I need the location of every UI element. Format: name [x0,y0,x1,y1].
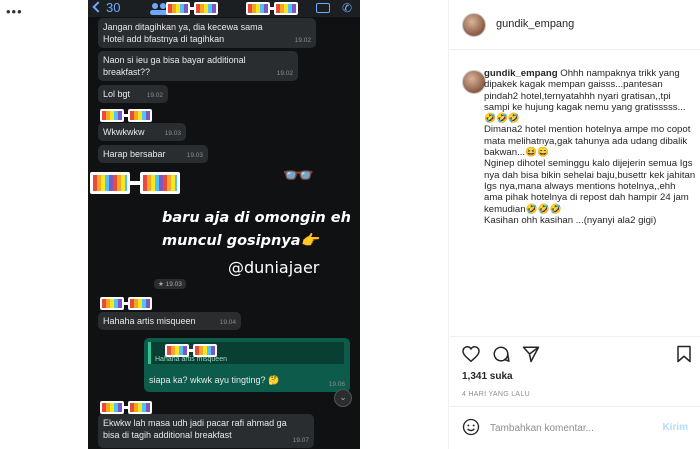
divider [450,406,700,407]
message-text: Naon si ieu ga bisa bayar additional bre… [103,55,246,77]
chat-bubble: Lol bgt 19.02 [98,85,168,103]
back-count: 30 [106,0,121,15]
overlay-line-2: muncul gosipnya👉 [162,233,319,249]
censor-sticker [100,399,152,415]
censor-sticker [166,0,218,16]
message-text: Harap bersabar [103,149,166,159]
phone-call-icon: ✆ [341,1,352,15]
sticker-glasses [90,170,180,196]
message-time: 19.02 [146,92,163,99]
menu-dots-icon[interactable]: ••• [6,4,23,19]
like-count[interactable]: 1,341 suka [462,371,513,382]
message-time: 19.04 [219,319,236,326]
chat-bubble: Harap bersabar 19.03 [98,145,208,163]
message-time: 19.07 [292,437,309,444]
back-button: 30 [92,0,121,15]
sticker-eyeglass-outline: 👓 [282,160,315,190]
caption-username[interactable]: gundik_empang [484,68,558,79]
post-comment-button[interactable]: Kirim [662,422,688,433]
divider [450,336,700,337]
share-icon[interactable] [522,345,540,363]
emoji-icon[interactable] [462,418,480,436]
bookmark-icon[interactable] [676,345,692,363]
overlay-line-1: baru aja di omongin eh [162,210,351,226]
reply-bubble: Hahaha artis misqueen siapa ka? wkwk ayu… [144,338,350,392]
action-bar [462,345,692,365]
message-text: Wkwkwkw [103,127,145,137]
watermark-handle: @duniajaer [228,258,320,277]
starred-timestamp: ★ 19.03 [154,279,186,289]
message-text: Hahaha artis misqueen [103,316,196,326]
instagram-post-page: ••• 30 ✆ Jangan ditagihkan ya, dia kecew… [0,0,700,449]
message-time: 19.03 [186,152,203,159]
message-time: 19.03 [164,130,181,137]
comment-input[interactable]: Tambahkan komentar... [490,423,594,434]
whatsapp-header: 30 ✆ [88,0,360,17]
heart-icon[interactable] [462,346,480,362]
message-time: 19.02 [276,70,293,77]
reply-text: siapa ka? wkwk ayu tingting? 🤔 [149,375,280,385]
chevron-left-icon [92,1,104,13]
caption-text: Ohhh nampaknya trikk yang dipakek kagak … [484,68,696,226]
comment-icon[interactable] [492,345,510,363]
caption-avatar[interactable] [462,70,486,94]
chat-bubble: Wkwkwkw 19.03 [98,123,186,141]
message-text: Jangan ditagihkan ya, dia kecewa sama Ho… [103,22,263,44]
message-text: Ekwkw lah masa udh jadi pacar rafi ahmad… [103,418,287,440]
post-media: ••• 30 ✆ Jangan ditagihkan ya, dia kecew… [0,0,449,449]
chat-bubble: Naon si ieu ga bisa bayar additional bre… [98,51,298,81]
avatar[interactable] [462,13,486,37]
censor-sticker [100,107,152,123]
whatsapp-screenshot: 30 ✆ Jangan ditagihkan ya, dia kecewa sa… [88,0,360,449]
post-timestamp[interactable]: 4 HARI YANG LALU [462,391,530,398]
post-side-panel: gundik_empang gundik_empang Ohhh nampakn… [450,0,700,449]
quoted-message: Hahaha artis misqueen [148,342,344,364]
post-caption: gundik_empang Ohhh nampaknya trikk yang … [484,68,696,226]
post-header: gundik_empang [450,0,700,50]
message-time: 19.02 [294,37,311,44]
censor-sticker [246,0,298,16]
video-call-icon [316,3,330,13]
scroll-down-icon: ⌄ [334,389,352,407]
quoted-text: Hahaha artis misqueen [155,356,227,363]
header-username[interactable]: gundik_empang [496,18,574,30]
censor-sticker [100,295,152,311]
chat-bubble: Ekwkw lah masa udh jadi pacar rafi ahmad… [98,414,314,448]
chat-bubble: Jangan ditagihkan ya, dia kecewa sama Ho… [98,18,316,48]
chat-bubble: Hahaha artis misqueen 19.04 [98,312,241,330]
message-text: Lol bgt [103,89,131,99]
